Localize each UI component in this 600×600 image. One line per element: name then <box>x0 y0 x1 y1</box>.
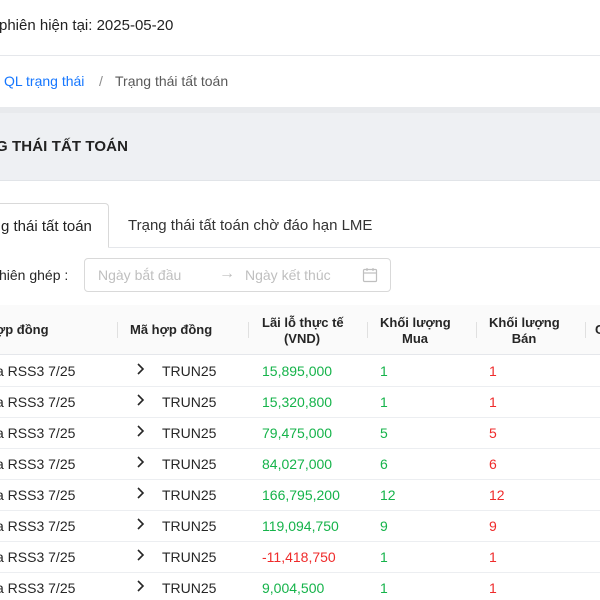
pnl-cell: 15,320,800 <box>262 394 333 410</box>
sell-volume-cell: 1 <box>489 580 497 596</box>
col-pnl-line2: (VND) <box>283 331 321 346</box>
session-date: phiên hiện tại: 2025-05-20 <box>0 17 174 34</box>
col-sell-line1: Khối lượng <box>489 315 560 330</box>
chevron-right-icon[interactable] <box>135 455 147 469</box>
col-sell-volume: Khối lượng Bán <box>489 315 560 347</box>
top-bar: phiên hiện tại: 2025-05-20 <box>0 0 600 56</box>
buy-volume-cell: 1 <box>380 580 388 596</box>
pnl-cell: -11,418,750 <box>262 549 336 565</box>
table-row[interactable]: a RSS3 7/25 TRUN25 166,795,200 12 12 <box>0 480 600 511</box>
contract-code-cell: TRUN25 <box>162 363 217 379</box>
pnl-cell: 84,027,000 <box>262 456 333 472</box>
col-pnl: Lãi lỗ thực tế (VND) <box>262 315 344 347</box>
tab-bar: g thái tất toán Trạng thái tất toán chờ … <box>0 203 600 248</box>
page-title: G THÁI TẤT TOÁN <box>0 138 129 155</box>
contract-code-cell: TRUN25 <box>162 518 217 534</box>
chevron-right-icon[interactable] <box>135 517 147 531</box>
contract-code-cell: TRUN25 <box>162 394 217 410</box>
column-divider <box>476 322 477 338</box>
filter-label: hiên ghép : <box>0 267 69 283</box>
contract-code-cell: TRUN25 <box>162 487 217 503</box>
contract-name-cell: a RSS3 7/25 <box>0 394 76 410</box>
contract-name-cell: a RSS3 7/25 <box>0 549 76 565</box>
contract-name-cell: a RSS3 7/25 <box>0 580 76 596</box>
table-row[interactable]: a RSS3 7/25 TRUN25 79,475,000 5 5 <box>0 418 600 449</box>
column-divider <box>117 322 118 338</box>
breadcrumb: QL trạng thái / Trạng thái tất toán <box>0 57 600 107</box>
col-sell-line2: Bán <box>511 331 537 346</box>
column-divider <box>248 322 249 338</box>
table-header: ợp đồng Mã hợp đồng Lãi lỗ thực tế (VND)… <box>0 305 600 355</box>
breadcrumb-link-status[interactable]: QL trạng thái <box>4 73 84 89</box>
contract-code-cell: TRUN25 <box>162 456 217 472</box>
tab-settlement-lme[interactable]: Trạng thái tất toán chờ đáo hạn LME <box>128 203 372 248</box>
sell-volume-cell: 1 <box>489 394 497 410</box>
chevron-right-icon[interactable] <box>135 548 147 562</box>
buy-volume-cell: 1 <box>380 394 388 410</box>
chevron-right-icon[interactable] <box>135 393 147 407</box>
contract-name-cell: a RSS3 7/25 <box>0 518 76 534</box>
contract-name-cell: a RSS3 7/25 <box>0 425 76 441</box>
breadcrumb-current: Trạng thái tất toán <box>115 73 229 89</box>
contract-name-cell: a RSS3 7/25 <box>0 363 76 379</box>
sell-volume-cell: 12 <box>489 487 505 503</box>
page-title-bar: G THÁI TẤT TOÁN <box>0 113 600 181</box>
sell-volume-cell: 5 <box>489 425 497 441</box>
pnl-cell: 15,895,000 <box>262 363 333 379</box>
date-range-picker[interactable]: Ngày bắt đầu → Ngày kết thúc <box>84 258 391 292</box>
table-row[interactable]: a RSS3 7/25 TRUN25 -11,418,750 1 1 <box>0 542 600 573</box>
table-row[interactable]: a RSS3 7/25 TRUN25 84,027,000 6 6 <box>0 449 600 480</box>
buy-volume-cell: 12 <box>380 487 396 503</box>
buy-volume-cell: 5 <box>380 425 388 441</box>
col-extra: C <box>595 322 600 337</box>
col-buy-line1: Khối lượng <box>380 315 451 330</box>
contract-code-cell: TRUN25 <box>162 580 217 596</box>
pnl-cell: 79,475,000 <box>262 425 333 441</box>
sell-volume-cell: 9 <box>489 518 497 534</box>
sell-volume-cell: 6 <box>489 456 497 472</box>
buy-volume-cell: 1 <box>380 363 388 379</box>
table-row[interactable]: a RSS3 7/25 TRUN25 119,094,750 9 9 <box>0 511 600 542</box>
buy-volume-cell: 9 <box>380 518 388 534</box>
pnl-cell: 166,795,200 <box>262 487 340 503</box>
table-row[interactable]: a RSS3 7/25 TRUN25 15,895,000 1 1 <box>0 356 600 387</box>
col-contract-code: Mã hợp đồng <box>130 322 213 337</box>
contract-code-cell: TRUN25 <box>162 425 217 441</box>
chevron-right-icon[interactable] <box>135 486 147 500</box>
buy-volume-cell: 1 <box>380 549 388 565</box>
end-date-input[interactable]: Ngày kết thúc <box>245 267 331 283</box>
column-divider <box>367 322 368 338</box>
column-divider <box>585 322 586 338</box>
sell-volume-cell: 1 <box>489 549 497 565</box>
start-date-input[interactable]: Ngày bắt đầu <box>98 267 181 283</box>
arrow-right-icon: → <box>219 265 235 282</box>
tab-label: g thái tất toán <box>1 218 92 235</box>
buy-volume-cell: 6 <box>380 456 388 472</box>
table-row[interactable]: a RSS3 7/25 TRUN25 9,004,500 1 1 <box>0 573 600 600</box>
col-pnl-line1: Lãi lỗ thực tế <box>262 315 344 330</box>
chevron-right-icon[interactable] <box>135 424 147 438</box>
pnl-cell: 119,094,750 <box>262 518 339 534</box>
filter-bar: hiên ghép : Ngày bắt đầu → Ngày kết thúc <box>0 258 600 294</box>
breadcrumb-separator: / <box>99 73 103 89</box>
tab-settlement-status[interactable]: g thái tất toán <box>0 203 109 248</box>
col-contract-name: ợp đồng <box>0 322 49 337</box>
contract-name-cell: a RSS3 7/25 <box>0 456 76 472</box>
contract-code-cell: TRUN25 <box>162 549 217 565</box>
chevron-right-icon[interactable] <box>135 579 147 593</box>
contract-name-cell: a RSS3 7/25 <box>0 487 76 503</box>
sell-volume-cell: 1 <box>489 363 497 379</box>
pnl-cell: 9,004,500 <box>262 580 325 596</box>
col-buy-volume: Khối lượng Mua <box>380 315 451 347</box>
col-buy-line2: Mua <box>402 331 428 346</box>
calendar-icon[interactable] <box>362 267 378 283</box>
table-row[interactable]: a RSS3 7/25 TRUN25 15,320,800 1 1 <box>0 387 600 418</box>
chevron-right-icon[interactable] <box>135 362 147 376</box>
